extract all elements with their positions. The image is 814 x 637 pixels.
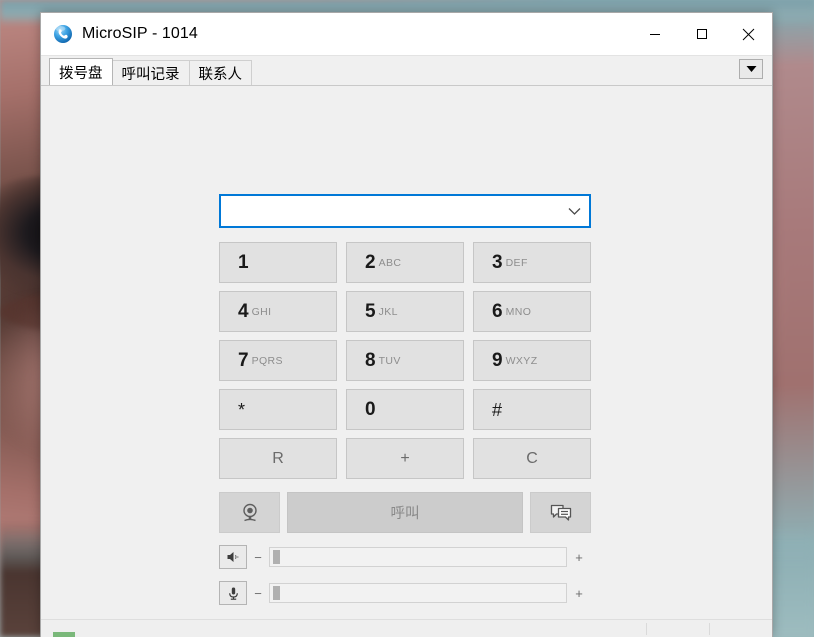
- key-7[interactable]: 7 PQRS: [219, 340, 337, 381]
- sip-phone-globe-icon: [54, 25, 72, 43]
- tab-call-log-label: 呼叫记录: [121, 66, 180, 83]
- key-9[interactable]: 9 WXYZ: [473, 340, 591, 381]
- key-2-letters: ABC: [378, 256, 402, 269]
- key-7-digit: 7: [238, 350, 249, 371]
- key-1[interactable]: 1: [219, 242, 337, 283]
- speaker-slider-thumb[interactable]: [273, 550, 280, 564]
- key-5-letters: JKL: [378, 305, 398, 318]
- tab-contacts-label: 联系人: [198, 66, 243, 83]
- key-3-letters: DEF: [505, 256, 528, 269]
- phone-number-input[interactable]: [221, 196, 559, 226]
- status-bar: [41, 619, 772, 637]
- phone-number-combobox[interactable]: [219, 194, 591, 228]
- key-5-digit: 5: [365, 301, 376, 322]
- key-8-letters: TUV: [378, 354, 401, 367]
- key-7-letters: PQRS: [251, 354, 283, 367]
- key-plus[interactable]: +: [346, 438, 464, 479]
- microsip-window: MicroSIP - 1014 拨号盘 呼叫记录 联系人 1 2 ABC 3 D…: [40, 12, 773, 637]
- content-panel: 1 2 ABC 3 DEF 4 GHI 5 JKL 6 MNO 7 PQRS 8…: [41, 85, 772, 619]
- video-call-button[interactable]: [219, 492, 280, 533]
- function-key-row: R + C: [219, 438, 591, 479]
- status-separator: [709, 622, 710, 635]
- maximize-button[interactable]: [678, 13, 725, 55]
- dialpad-panel: 1 2 ABC 3 DEF 4 GHI 5 JKL 6 MNO 7 PQRS 8…: [219, 194, 591, 619]
- key-redial[interactable]: R: [219, 438, 337, 479]
- key-6-digit: 6: [492, 301, 503, 322]
- tab-contacts[interactable]: 联系人: [188, 60, 252, 85]
- call-action-row: 呼叫: [219, 492, 591, 533]
- microphone-mute-button[interactable]: [219, 581, 247, 605]
- key-hash-digit: #: [492, 399, 503, 420]
- key-3[interactable]: 3 DEF: [473, 242, 591, 283]
- title-bar: MicroSIP - 1014: [41, 13, 772, 55]
- key-6-letters: MNO: [505, 305, 532, 318]
- tab-strip: 拨号盘 呼叫记录 联系人: [41, 55, 772, 85]
- microphone-increase-button[interactable]: +: [567, 586, 591, 601]
- call-button[interactable]: 呼叫: [287, 492, 523, 533]
- call-button-label: 呼叫: [390, 506, 420, 522]
- close-icon: [742, 28, 755, 40]
- microphone-volume-slider[interactable]: [269, 583, 567, 603]
- key-8-digit: 8: [365, 350, 376, 371]
- speaker-mute-button[interactable]: [219, 545, 247, 569]
- status-separator: [646, 622, 647, 635]
- microphone-decrease-button[interactable]: −: [247, 586, 269, 601]
- key-9-digit: 9: [492, 350, 503, 371]
- window-title: MicroSIP - 1014: [82, 25, 198, 42]
- tab-call-log[interactable]: 呼叫记录: [111, 60, 190, 85]
- key-star-digit: *: [238, 399, 246, 420]
- minimize-button[interactable]: [631, 13, 678, 55]
- key-4[interactable]: 4 GHI: [219, 291, 337, 332]
- key-5[interactable]: 5 JKL: [346, 291, 464, 332]
- key-2-digit: 2: [365, 252, 376, 273]
- key-3-digit: 3: [492, 252, 503, 273]
- key-hash[interactable]: #: [473, 389, 591, 430]
- key-1-digit: 1: [238, 252, 249, 273]
- desktop-background: MicroSIP - 1014 拨号盘 呼叫记录 联系人 1 2 ABC 3 D…: [0, 0, 814, 637]
- window-controls: [631, 13, 772, 55]
- key-8[interactable]: 8 TUV: [346, 340, 464, 381]
- microphone-volume-row: − +: [219, 581, 591, 605]
- key-0[interactable]: 0: [346, 389, 464, 430]
- speaker-decrease-button[interactable]: −: [247, 550, 269, 565]
- tab-dialpad-label: 拨号盘: [59, 65, 103, 82]
- speaker-volume-row: − +: [219, 545, 591, 569]
- triangle-down-icon: [746, 66, 756, 72]
- key-4-digit: 4: [238, 301, 249, 322]
- tab-overflow-button[interactable]: [739, 59, 763, 79]
- webcam-icon: [242, 503, 257, 521]
- speaker-increase-button[interactable]: +: [567, 550, 591, 565]
- key-2[interactable]: 2 ABC: [346, 242, 464, 283]
- key-clear[interactable]: C: [473, 438, 591, 479]
- key-0-digit: 0: [365, 399, 376, 420]
- key-9-letters: WXYZ: [505, 354, 538, 367]
- key-6[interactable]: 6 MNO: [473, 291, 591, 332]
- registration-status-indicator: [53, 632, 75, 637]
- close-button[interactable]: [725, 13, 772, 55]
- minimize-icon: [649, 34, 660, 35]
- microphone-icon: [228, 587, 238, 600]
- keypad: 1 2 ABC 3 DEF 4 GHI 5 JKL 6 MNO 7 PQRS 8…: [219, 242, 591, 430]
- speaker-icon: [227, 552, 239, 562]
- phone-number-dropdown-button[interactable]: [559, 196, 589, 226]
- tab-dialpad[interactable]: 拨号盘: [49, 58, 113, 85]
- key-star[interactable]: *: [219, 389, 337, 430]
- key-4-letters: GHI: [251, 305, 272, 318]
- microphone-slider-thumb[interactable]: [273, 586, 280, 600]
- message-button[interactable]: [530, 492, 591, 533]
- chat-bubbles-icon: [550, 504, 571, 521]
- chevron-down-icon: [568, 207, 580, 215]
- maximize-icon: [696, 29, 707, 39]
- speaker-volume-slider[interactable]: [269, 547, 567, 567]
